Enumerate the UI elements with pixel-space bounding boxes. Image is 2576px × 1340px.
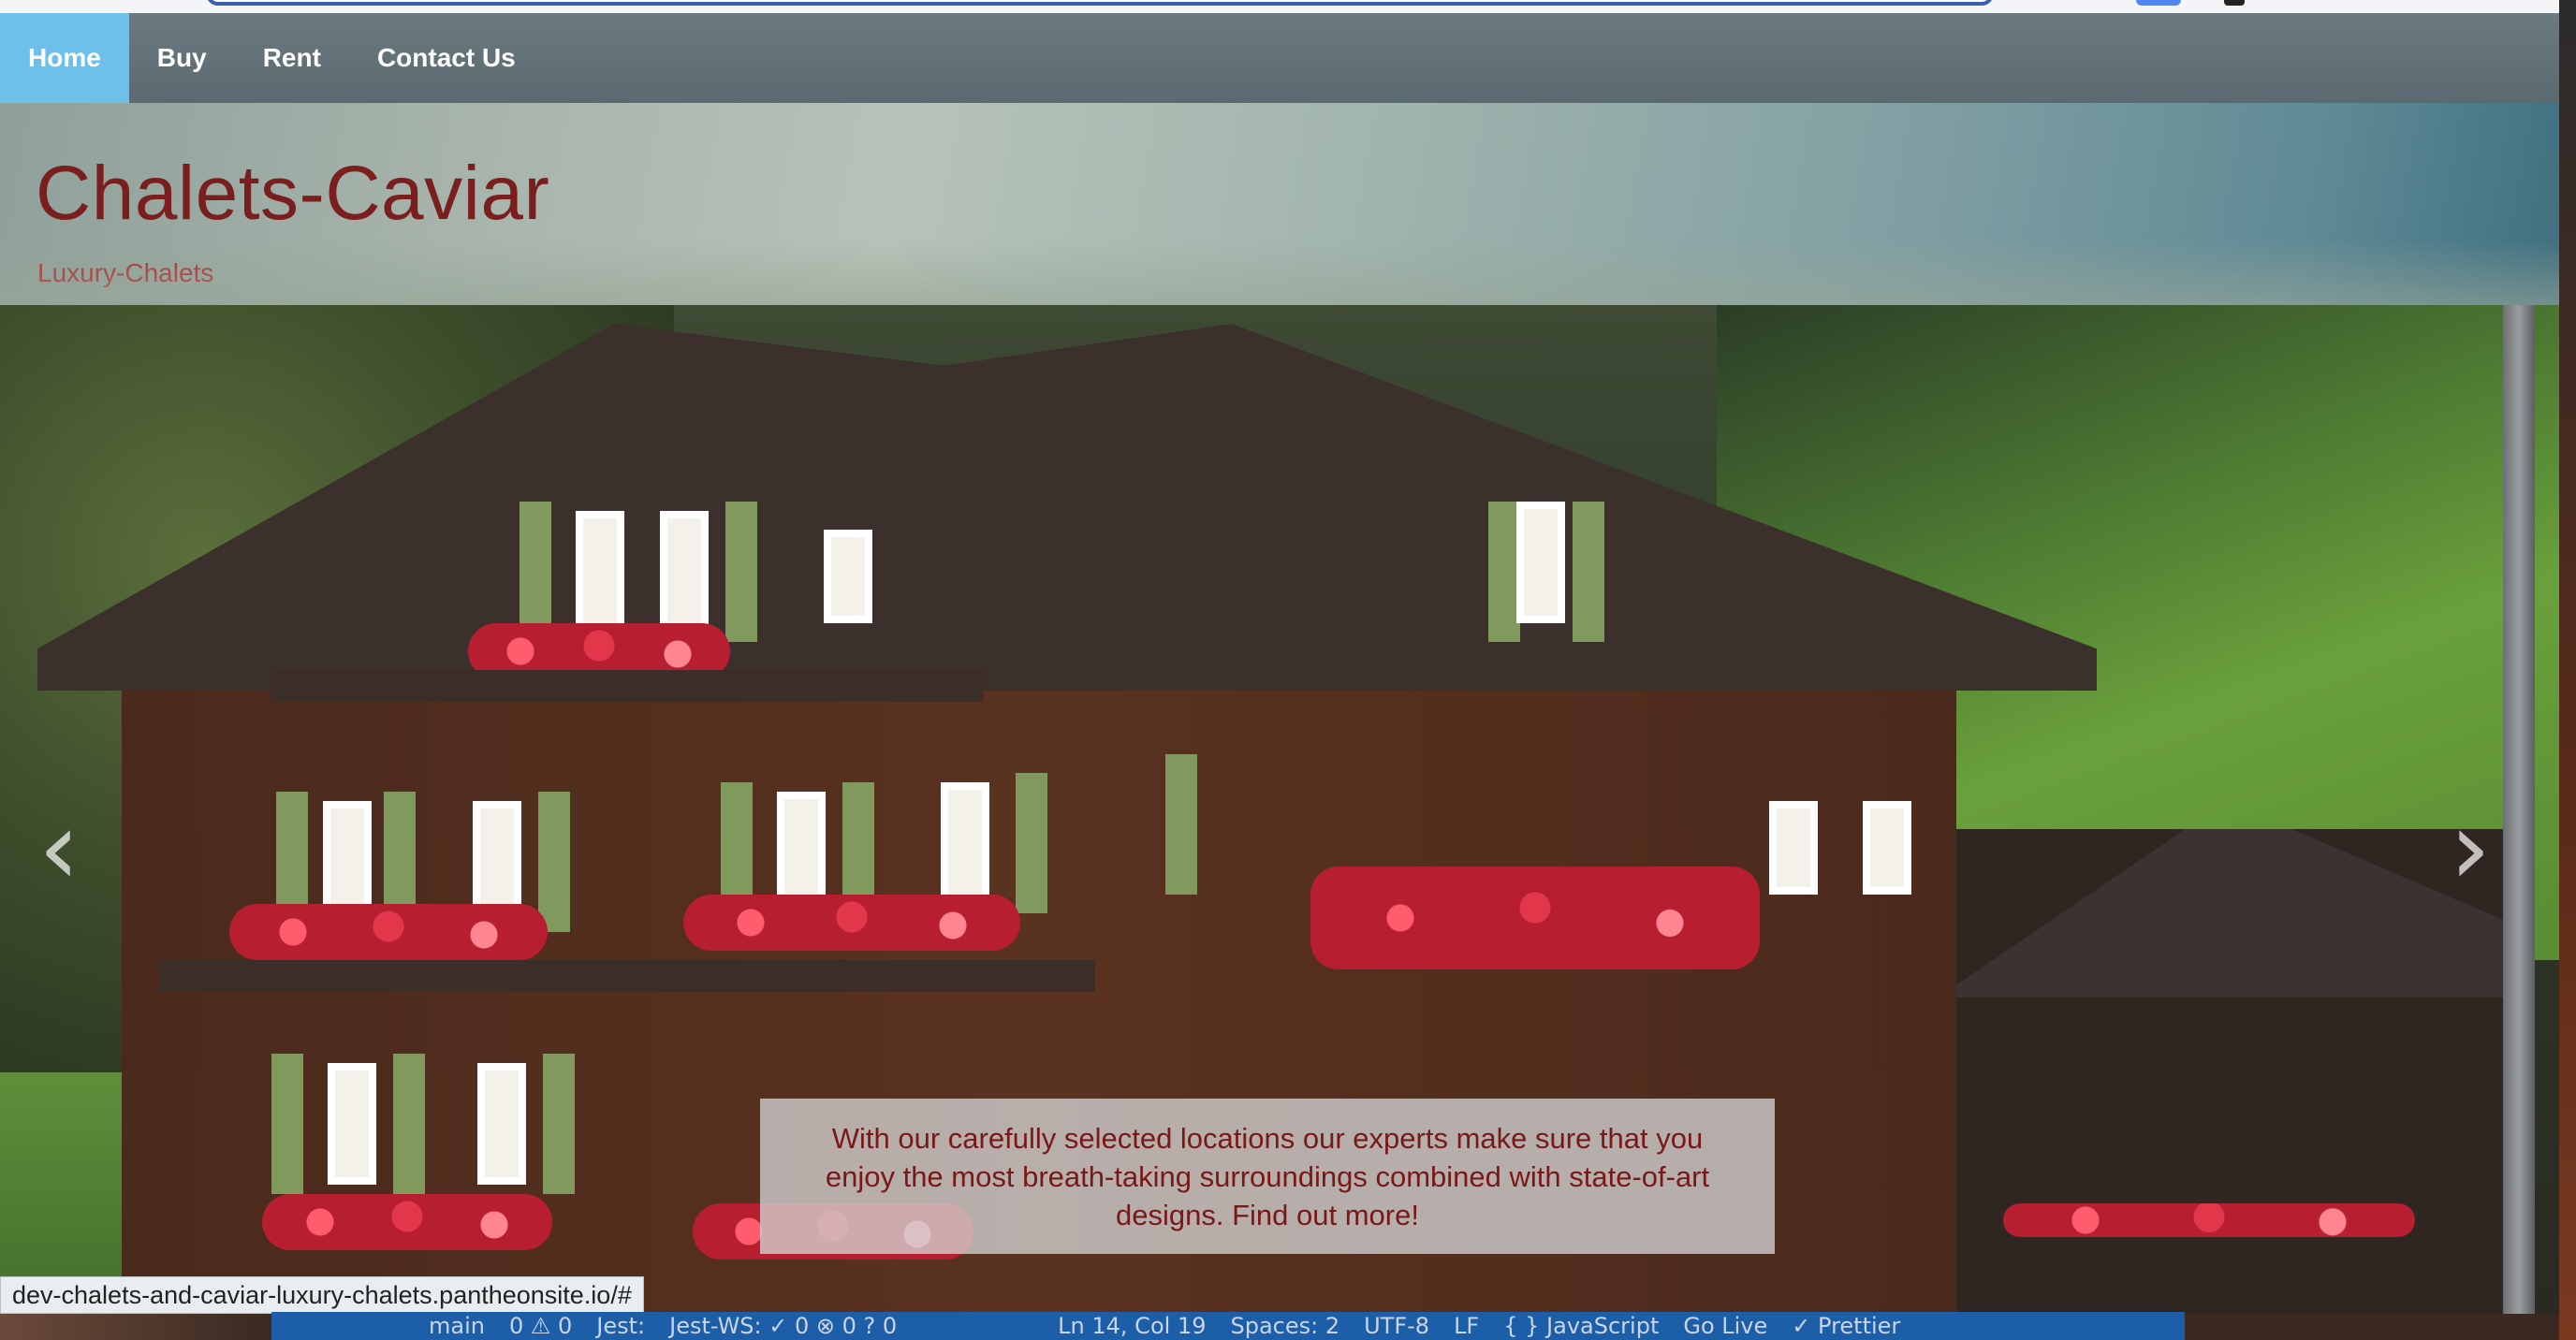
chalet-window <box>1516 502 1565 623</box>
indentation-status[interactable]: Spaces: 2 <box>1230 1312 1339 1340</box>
chalet-window <box>1769 801 1818 895</box>
chalet-shutter <box>271 1054 303 1194</box>
flower-box <box>229 904 548 960</box>
chalet-shutter <box>1016 773 1047 913</box>
carousel-next-button[interactable]: › <box>2437 796 2503 899</box>
chalet-shutter <box>1573 502 1604 642</box>
chalet-balcony <box>271 670 983 702</box>
problems-status[interactable]: 0 ⚠ 0 <box>509 1312 572 1340</box>
address-bar[interactable] <box>206 0 1994 6</box>
chalet-shutter <box>725 502 757 642</box>
chevron-left-icon: ‹ <box>38 788 80 908</box>
go-live-button[interactable]: Go Live <box>1683 1312 1767 1340</box>
jest-ws-status[interactable]: Jest-WS: ✓ 0 ⊗ 0 ? 0 <box>669 1312 897 1340</box>
flower-box <box>1310 867 1760 969</box>
prettier-status[interactable]: ✓ Prettier <box>1792 1312 1900 1340</box>
language-status[interactable]: { } JavaScript <box>1503 1312 1659 1340</box>
flower-box <box>262 1194 552 1250</box>
carousel-caption: With our carefully selected locations ou… <box>760 1099 1775 1254</box>
hero-image-pole <box>2503 305 2535 1314</box>
chalet-window <box>941 782 989 904</box>
chalet-shutter <box>520 502 551 642</box>
chalet-window <box>477 1063 526 1185</box>
nav-item-contact[interactable]: Contact Us <box>349 13 544 103</box>
nav-item-rent[interactable]: Rent <box>235 13 349 103</box>
web-page: Home Buy Rent Contact Us Chalets-Caviar … <box>0 13 2559 1314</box>
hero-carousel: ‹ › With our carefully selected location… <box>0 305 2559 1314</box>
flower-box <box>2003 1203 2415 1237</box>
git-branch-status[interactable]: main <box>429 1312 485 1340</box>
cursor-position-status[interactable]: Ln 14, Col 19 <box>1058 1312 1206 1340</box>
link-status-url: dev-chalets-and-caviar-luxury-chalets.pa… <box>0 1276 644 1314</box>
jest-status[interactable]: Jest: <box>596 1312 645 1340</box>
site-title[interactable]: Chalets-Caviar <box>36 150 549 238</box>
chalet-window <box>328 1063 376 1185</box>
nav-item-home[interactable]: Home <box>0 13 129 103</box>
site-header: Chalets-Caviar Luxury-Chalets <box>0 103 2559 305</box>
flower-box <box>683 895 1020 951</box>
chalet-shutter <box>538 792 570 932</box>
chalet-window <box>824 530 872 623</box>
nav-item-buy[interactable]: Buy <box>129 13 235 103</box>
extension-icon[interactable] <box>2136 0 2181 6</box>
chalet-shutter <box>1488 502 1520 642</box>
chalet-shutter <box>393 1054 425 1194</box>
chalet-window <box>660 511 709 633</box>
editor-status-bar: main 0 ⚠ 0 Jest: Jest-WS: ✓ 0 ⊗ 0 ? 0 Ln… <box>271 1312 2185 1340</box>
desktop-background <box>0 1314 271 1340</box>
chalet-shutter <box>1165 754 1197 895</box>
chalet-window <box>1863 801 1911 895</box>
window-edge <box>2559 0 2576 1340</box>
encoding-status[interactable]: UTF-8 <box>1364 1312 1429 1340</box>
carousel-prev-button[interactable]: ‹ <box>26 796 92 899</box>
main-navbar: Home Buy Rent Contact Us <box>0 13 2559 103</box>
chalet-balcony <box>159 960 1095 992</box>
eol-status[interactable]: LF <box>1454 1312 1479 1340</box>
chalet-window <box>576 511 624 633</box>
extension-icon[interactable] <box>2224 0 2245 6</box>
site-tagline: Luxury-Chalets <box>37 258 214 287</box>
chalet-shutter <box>543 1054 575 1194</box>
chevron-right-icon: › <box>2450 788 2491 908</box>
browser-toolbar-edge <box>0 0 2576 13</box>
